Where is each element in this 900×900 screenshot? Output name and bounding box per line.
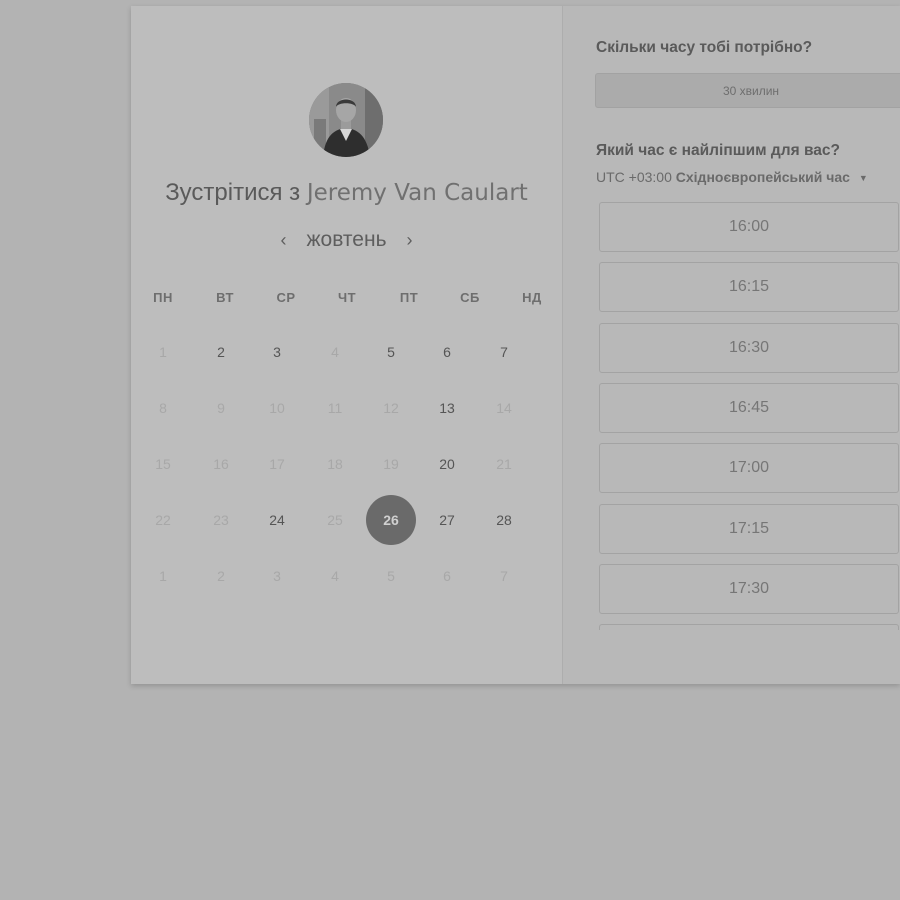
calendar-day-selected[interactable]: 26 xyxy=(366,495,416,545)
calendar-day: 11 xyxy=(327,400,343,416)
weekday-mon: ПН xyxy=(153,290,173,305)
calendar-day[interactable]: 7 xyxy=(479,327,529,377)
calendar-day: 15 xyxy=(155,456,171,472)
month-navigation: ‹ жовтень › xyxy=(131,228,562,252)
duration-select[interactable]: 30 хвилин xyxy=(595,73,900,108)
calendar-day[interactable]: 28 xyxy=(479,495,529,545)
calendar-day: 21 xyxy=(496,456,512,472)
caret-down-icon: ▼ xyxy=(858,173,868,183)
weekday-header: ПН ВТ СР ЧТ ПТ СБ НД xyxy=(131,290,562,310)
time-slot-button[interactable]: 16:15 xyxy=(599,262,899,313)
time-slot-button[interactable]: 16:00 xyxy=(599,202,899,252)
calendar-day: 4 xyxy=(331,344,339,360)
timezone-name: Східноєвропейський час xyxy=(675,169,850,185)
calendar-panel: Зустрітися з Jeremy Van Caulart ‹ жовтен… xyxy=(131,6,562,684)
time-slot-button[interactable]: 17:00 xyxy=(599,443,899,494)
calendar-day[interactable]: 3 xyxy=(252,327,302,377)
time-slot-button[interactable]: 17:15 xyxy=(599,503,899,554)
host-name: Jeremy Van Caulart xyxy=(306,180,528,206)
month-label: жовтень xyxy=(306,228,387,251)
weekday-sat: СБ xyxy=(460,290,480,305)
calendar-day: 12 xyxy=(383,400,399,416)
calendar-day: 8 xyxy=(159,400,167,416)
calendar-day: 18 xyxy=(327,456,343,472)
time-question: Який час є найліпшим для вас? xyxy=(596,142,840,159)
calendar-day[interactable]: 6 xyxy=(422,327,472,377)
calendar-day: 16 xyxy=(213,456,229,472)
calendar-day: 2 xyxy=(217,568,225,584)
time-slot-button[interactable]: 17:45 xyxy=(599,624,899,630)
meeting-title: Зустрітися з Jeremy Van Caulart xyxy=(131,179,562,207)
calendar-day: 1 xyxy=(159,568,167,584)
weekday-fri: ПТ xyxy=(399,290,419,305)
calendar-day: 10 xyxy=(269,400,285,416)
calendar-day: 7 xyxy=(500,568,508,584)
timezone-offset: UTC +03:00 xyxy=(596,169,672,185)
calendar-day: 9 xyxy=(217,400,225,416)
weekday-thu: ЧТ xyxy=(337,290,357,305)
prev-month-button[interactable]: ‹ xyxy=(276,230,290,251)
calendar-day: 6 xyxy=(443,568,451,584)
booking-card: Зустрітися з Jeremy Van Caulart ‹ жовтен… xyxy=(131,6,900,684)
avatar xyxy=(309,83,383,157)
calendar-day[interactable]: 2 xyxy=(196,327,246,377)
time-slot-button[interactable]: 17:30 xyxy=(599,563,899,614)
calendar-day: 4 xyxy=(331,568,339,584)
calendar-day: 5 xyxy=(387,568,395,584)
calendar-day: 3 xyxy=(273,568,281,584)
calendar-day[interactable]: 13 xyxy=(422,383,472,433)
calendar-day: 17 xyxy=(269,456,285,472)
weekday-wed: СР xyxy=(276,290,296,305)
calendar-day[interactable]: 20 xyxy=(422,439,472,489)
weekday-tue: ВТ xyxy=(216,290,234,305)
calendar-day[interactable]: 5 xyxy=(366,327,416,377)
host-photo xyxy=(309,83,383,157)
duration-question: Скільки часу тобі потрібно? xyxy=(596,39,813,56)
calendar-day: 23 xyxy=(213,512,229,528)
calendar-day: 22 xyxy=(155,512,171,528)
calendar-day: 25 xyxy=(327,512,343,528)
time-slot-button[interactable]: 16:30 xyxy=(599,322,899,373)
timezone-selector[interactable]: UTC +03:00 Східноєвропейський час ▼ xyxy=(596,169,868,185)
calendar-day: 19 xyxy=(383,456,399,472)
time-slot-list[interactable]: 16:00 16:15 16:30 16:45 17:00 17:15 17:30 17:45 xyxy=(599,202,900,630)
next-month-button[interactable]: › xyxy=(403,230,417,251)
calendar-day: 1 xyxy=(159,344,167,360)
weekday-sun: НД xyxy=(522,290,542,305)
time-slot-button[interactable]: 16:45 xyxy=(599,382,899,433)
calendar-day[interactable]: 27 xyxy=(422,495,472,545)
calendar-day[interactable]: 24 xyxy=(252,495,302,545)
title-prefix: Зустрітися з xyxy=(165,179,301,206)
calendar-day: 14 xyxy=(496,400,512,416)
time-panel: Скільки часу тобі потрібно? 30 хвилин Як… xyxy=(563,6,900,684)
